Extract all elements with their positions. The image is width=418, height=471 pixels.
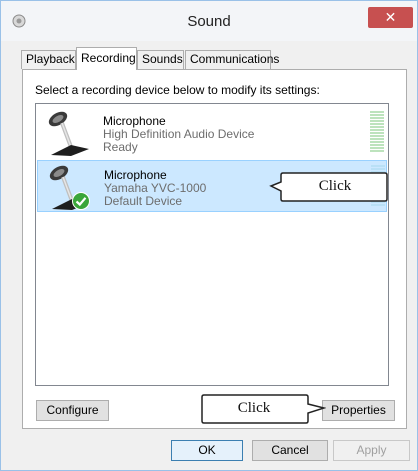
tab-playback[interactable]: Playback xyxy=(21,50,76,69)
device-status: Ready xyxy=(103,140,138,154)
device-name: Microphone xyxy=(104,168,167,182)
title-bar[interactable]: Sound ✕ xyxy=(1,1,417,41)
device-description: Yamaha YVC-1000 xyxy=(104,181,207,195)
callout-label: Click xyxy=(318,178,352,194)
sound-dialog: Sound ✕ Playback Recording Sounds Commun… xyxy=(0,0,418,471)
configure-button[interactable]: Configure xyxy=(36,400,109,421)
device-description: High Definition Audio Device xyxy=(103,127,255,141)
level-meter xyxy=(370,111,384,155)
device-status: Default Device xyxy=(104,194,183,208)
ok-button[interactable]: OK xyxy=(171,440,243,461)
apply-button[interactable]: Apply xyxy=(333,440,410,461)
device-list[interactable]: Microphone High Definition Audio Device … xyxy=(35,103,389,386)
callout-label: Click xyxy=(237,400,271,416)
microphone-icon xyxy=(48,111,89,156)
cancel-button[interactable]: Cancel xyxy=(252,440,328,461)
default-check-icon xyxy=(72,192,90,210)
close-icon: ✕ xyxy=(384,9,397,25)
instruction-text: Select a recording device below to modif… xyxy=(35,83,320,97)
close-button[interactable]: ✕ xyxy=(368,7,413,28)
tab-sounds[interactable]: Sounds xyxy=(137,50,184,69)
device-name: Microphone xyxy=(103,114,166,128)
tab-communications[interactable]: Communications xyxy=(185,50,279,69)
device-item[interactable]: Microphone High Definition Audio Device … xyxy=(37,107,387,159)
properties-button[interactable]: Properties xyxy=(322,400,395,421)
window-title: Sound xyxy=(187,13,231,30)
tab-recording[interactable]: Recording xyxy=(76,47,137,70)
recording-panel: Select a recording device below to modif… xyxy=(22,69,407,429)
